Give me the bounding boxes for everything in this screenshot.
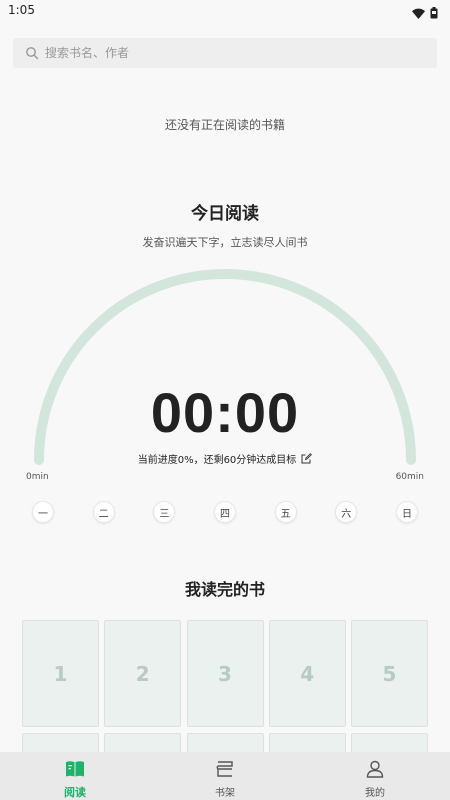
status-time: 1:05 xyxy=(8,3,35,17)
book-slot[interactable]: 5 xyxy=(351,620,428,727)
gauge-max-label: 60min xyxy=(395,472,424,482)
weekday-row: 一 二 三 四 五 六 日 xyxy=(32,501,418,523)
tab-profile[interactable]: 我的 xyxy=(300,752,450,800)
gauge-min-label: 0min xyxy=(26,472,49,482)
status-icons xyxy=(412,4,438,23)
book-open-icon xyxy=(64,758,86,780)
bottom-tab-bar: 阅读 书架 我的 xyxy=(0,752,450,800)
tab-label: 我的 xyxy=(365,788,385,799)
search-input[interactable] xyxy=(45,46,425,60)
tab-label: 阅读 xyxy=(64,786,86,799)
book-slot[interactable]: 4 xyxy=(268,620,346,727)
empty-reading-text: 还没有正在阅读的书籍 xyxy=(164,118,285,132)
weekday-thu[interactable]: 四 xyxy=(213,501,236,523)
weekday-mon[interactable]: 一 xyxy=(32,501,54,523)
edit-icon[interactable] xyxy=(301,453,313,464)
progress-text: 当前进度0%，还剩60分钟达成目标 xyxy=(137,455,297,466)
reading-gauge xyxy=(34,269,416,465)
tab-bookshelf[interactable]: 书架 xyxy=(150,752,300,800)
search-bar[interactable] xyxy=(13,38,437,68)
today-reading-title: 今日阅读 xyxy=(191,204,259,224)
search-icon xyxy=(25,46,39,60)
progress-line: 当前进度0%，还剩60分钟达成目标 xyxy=(0,451,450,466)
tab-reading[interactable]: 阅读 xyxy=(0,752,150,800)
today-reading-subtitle: 发奋识遍天下字，立志读尽人间书 xyxy=(142,236,308,249)
finished-books-title: 我读完的书 xyxy=(184,580,265,599)
weekday-fri[interactable]: 五 xyxy=(274,501,297,523)
bookshelf-icon xyxy=(214,758,236,780)
reading-timer: 00:00 xyxy=(150,381,300,444)
weekday-wed[interactable]: 三 xyxy=(153,501,176,523)
status-bar: 1:05 xyxy=(0,0,450,22)
tab-label: 书架 xyxy=(215,788,235,799)
wifi-icon xyxy=(412,4,425,23)
book-slot[interactable]: 2 xyxy=(104,620,182,727)
weekday-sun[interactable]: 日 xyxy=(395,501,418,523)
weekday-sat[interactable]: 六 xyxy=(335,501,358,523)
book-slot[interactable]: 1 xyxy=(22,620,99,727)
user-icon xyxy=(364,758,386,780)
battery-icon xyxy=(430,4,438,23)
weekday-tue[interactable]: 二 xyxy=(92,501,115,523)
book-slot[interactable]: 3 xyxy=(186,620,264,727)
